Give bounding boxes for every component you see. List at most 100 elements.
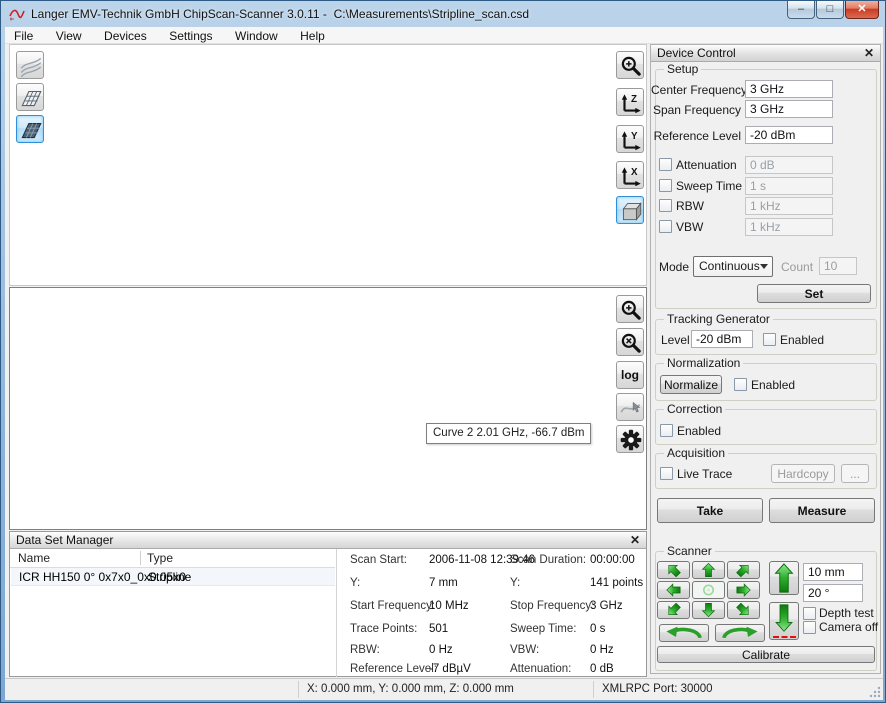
move-left-button[interactable]: [657, 581, 690, 599]
span-frequency-label: Span Frequency: [651, 103, 741, 117]
maximize-button[interactable]: □: [816, 1, 844, 19]
close-panel-icon[interactable]: ✕: [630, 533, 640, 547]
surface-solid-button[interactable]: [16, 115, 44, 143]
menu-view[interactable]: View: [47, 27, 91, 44]
rotate-right-icon: [716, 625, 764, 641]
tg-level-label: Level: [661, 333, 690, 347]
3d-surface-plot[interactable]: [10, 45, 646, 285]
plot-settings-button[interactable]: [616, 425, 644, 453]
arrow-left-icon: [658, 582, 689, 598]
rotate-right-button[interactable]: [715, 624, 765, 642]
zoom-in-button[interactable]: [616, 295, 644, 323]
move-up-right-button[interactable]: [727, 561, 760, 579]
sweep-time-checkbox[interactable]: [659, 179, 672, 192]
z-down-button[interactable]: [769, 602, 799, 640]
zoom-out-button[interactable]: [616, 328, 644, 356]
move-down-right-button[interactable]: [727, 601, 760, 619]
depth-limit-indicator: [773, 636, 796, 638]
menu-devices[interactable]: Devices: [95, 27, 156, 44]
setup-group-label: Setup: [664, 62, 701, 76]
attenuation-checkbox[interactable]: [659, 158, 672, 171]
arrow-down-left-icon: [658, 602, 689, 618]
menu-help[interactable]: Help: [291, 27, 334, 44]
axis-x-button[interactable]: X: [616, 161, 644, 189]
arrow-up-right-icon: [728, 562, 759, 578]
position-status: X: 0.000 mm, Y: 0.000 mm, Z: 0.000 mm: [307, 683, 514, 695]
2d-line-plot[interactable]: [10, 288, 646, 529]
app-window: Langer EMV-Technik GmbH ChipScan-Scanner…: [0, 0, 886, 703]
live-trace-checkbox[interactable]: [660, 467, 673, 480]
axis-y-icon: Y: [618, 127, 644, 153]
minimize-button[interactable]: –: [787, 1, 815, 19]
z-up-button[interactable]: [769, 561, 799, 595]
table-header-row: Name Type: [10, 549, 335, 568]
rbw-checkbox[interactable]: [659, 199, 672, 212]
info-value: 0 Hz: [590, 644, 614, 656]
span-frequency-input[interactable]: [745, 100, 833, 118]
vbw-checkbox[interactable]: [659, 220, 672, 233]
camera-off-checkbox[interactable]: [803, 621, 816, 634]
arrow-right-icon: [728, 582, 759, 598]
data-set-manager-title: Data Set Manager: [16, 533, 113, 547]
rotate-left-button[interactable]: [659, 624, 709, 642]
measure-button[interactable]: Measure: [769, 498, 875, 523]
set-button[interactable]: Set: [757, 284, 871, 303]
arrow-up-icon: [693, 562, 724, 578]
tracking-generator-label: Tracking Generator: [664, 312, 773, 326]
hardcopy-button: Hardcopy: [771, 464, 835, 483]
resize-grip[interactable]: [869, 686, 881, 698]
calibrate-button[interactable]: Calibrate: [657, 646, 875, 663]
info-value: 141 points: [590, 577, 643, 589]
rotate-left-icon: [660, 625, 708, 641]
pan-curve-button[interactable]: [616, 393, 644, 421]
tg-enabled-checkbox[interactable]: [763, 333, 776, 346]
angle-step-input[interactable]: [803, 584, 863, 602]
title-bar[interactable]: Langer EMV-Technik GmbH ChipScan-Scanner…: [1, 1, 886, 27]
step-size-input[interactable]: [803, 563, 863, 581]
move-up-left-button[interactable]: [657, 561, 690, 579]
table-row[interactable]: ICR HH150 0° 0x7x0_0x0.05x0 Stripline: [11, 568, 335, 586]
axis-y-button[interactable]: Y: [616, 125, 644, 153]
close-panel-icon[interactable]: ✕: [864, 46, 874, 60]
center-frequency-input[interactable]: [745, 80, 833, 98]
tg-level-input[interactable]: [691, 330, 753, 348]
move-down-button[interactable]: [692, 601, 725, 619]
reference-level-input[interactable]: [745, 126, 833, 144]
surface-lines-button[interactable]: [16, 51, 44, 79]
correction-enabled-checkbox[interactable]: [660, 424, 673, 437]
move-right-button[interactable]: [727, 581, 760, 599]
acquisition-label: Acquisition: [664, 446, 728, 460]
scanner-label: Scanner: [664, 544, 715, 558]
arrow-down-right-icon: [728, 602, 759, 618]
menu-settings[interactable]: Settings: [160, 27, 221, 44]
mode-select[interactable]: Continuous: [693, 256, 773, 277]
curve-tooltip: Curve 2 2.01 GHz, -66.7 dBm: [426, 423, 591, 444]
depth-test-checkbox[interactable]: [803, 607, 816, 620]
chevron-down-icon: [760, 264, 768, 269]
column-header-type[interactable]: Type: [147, 551, 173, 565]
view-3d-button[interactable]: [616, 196, 644, 224]
info-label: VBW:: [510, 644, 539, 656]
reference-level-label: Reference Level: [651, 129, 741, 143]
normalize-button[interactable]: Normalize: [660, 375, 722, 394]
data-set-manager-header[interactable]: Data Set Manager ✕: [10, 532, 646, 549]
log-scale-button[interactable]: log: [616, 361, 644, 389]
axis-z-button[interactable]: Z: [616, 88, 644, 116]
axis-x-icon: X: [618, 163, 644, 189]
move-down-left-button[interactable]: [657, 601, 690, 619]
move-center-button[interactable]: [692, 581, 725, 599]
pane-divider: [336, 549, 337, 677]
close-button[interactable]: ✕: [845, 1, 879, 19]
surface-mesh-button[interactable]: [16, 83, 44, 111]
zoom-3d-button[interactable]: [616, 51, 644, 79]
device-control-header[interactable]: Device Control ✕: [651, 45, 880, 62]
count-input: [819, 257, 857, 275]
z-up-icon: [770, 562, 798, 594]
column-header-name[interactable]: Name: [18, 551, 50, 565]
take-button[interactable]: Take: [657, 498, 763, 523]
normalization-enabled-checkbox[interactable]: [734, 378, 747, 391]
menu-window[interactable]: Window: [226, 27, 287, 44]
move-up-button[interactable]: [692, 561, 725, 579]
info-label: Start Frequency:: [350, 600, 435, 612]
menu-file[interactable]: File: [5, 27, 42, 44]
